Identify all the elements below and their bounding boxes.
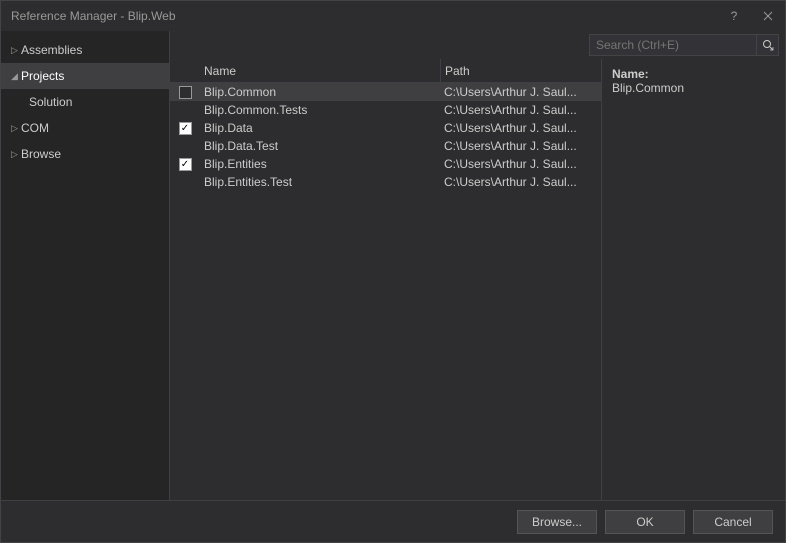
row-name: Blip.Common [200,85,440,99]
browse-button[interactable]: Browse... [517,510,597,534]
row-checkbox[interactable] [179,86,192,99]
row-path: C:\Users\Arthur J. Saul... [440,175,601,189]
checkbox-cell [170,86,200,99]
checkbox-cell [170,176,200,189]
chevron-right-icon: ▷ [11,45,21,56]
reference-manager-window: Reference Manager - Blip.Web ? ▷Assembli… [0,0,786,543]
search-input[interactable] [589,34,757,56]
detail-name-label: Name: [612,67,775,81]
close-icon [763,11,773,21]
sidebar-item-browse[interactable]: ▷Browse [1,141,169,167]
row-checkbox[interactable]: ✓ [179,158,192,171]
checkbox-cell [170,140,200,153]
checkbox-cell [170,104,200,117]
header-path[interactable]: Path [440,59,601,82]
checkbox-cell: ✓ [170,122,200,135]
cancel-button[interactable]: Cancel [693,510,773,534]
sidebar-item-assemblies[interactable]: ▷Assemblies [1,37,169,63]
footer: Browse... OK Cancel [1,500,785,542]
row-path: C:\Users\Arthur J. Saul... [440,85,601,99]
search-icon [762,39,774,51]
checkbox-cell: ✓ [170,158,200,171]
table-row[interactable]: ✓ Blip.DataC:\Users\Arthur J. Saul... [170,119,601,137]
chevron-right-icon: ▷ [11,149,21,160]
sidebar-item-projects[interactable]: ◢Projects [1,63,169,89]
row-path: C:\Users\Arthur J. Saul... [440,139,601,153]
titlebar: Reference Manager - Blip.Web ? [1,1,785,31]
sidebar-item-com[interactable]: ▷COM [1,115,169,141]
chevron-right-icon: ▷ [11,123,21,134]
row-name: Blip.Entities.Test [200,175,440,189]
close-button[interactable] [751,3,785,29]
table-row[interactable]: Blip.Common.TestsC:\Users\Arthur J. Saul… [170,101,601,119]
column-headers: Name Path [170,59,601,83]
row-name: Blip.Entities [200,157,440,171]
window-title: Reference Manager - Blip.Web [11,9,717,23]
table-row[interactable]: Blip.Entities.TestC:\Users\Arthur J. Sau… [170,173,601,191]
row-name: Blip.Common.Tests [200,103,440,117]
header-name[interactable]: Name [200,64,440,78]
row-checkbox[interactable]: ✓ [179,122,192,135]
chevron-down-icon: ◢ [11,71,21,82]
sidebar: ▷Assemblies◢ProjectsSolution▷COM▷Browse [1,31,169,500]
help-button[interactable]: ? [717,3,751,29]
row-path: C:\Users\Arthur J. Saul... [440,157,601,171]
search-icon-button[interactable] [757,34,779,56]
content-area: Name Path Blip.CommonC:\Users\Arthur J. … [169,31,785,500]
row-name: Blip.Data.Test [200,139,440,153]
sidebar-item-label: COM [21,121,49,135]
table-row[interactable]: Blip.CommonC:\Users\Arthur J. Saul... [170,83,601,101]
row-name: Blip.Data [200,121,440,135]
list-area: Name Path Blip.CommonC:\Users\Arthur J. … [170,59,785,500]
row-path: C:\Users\Arthur J. Saul... [440,121,601,135]
sidebar-item-label: Assemblies [21,43,82,57]
row-path: C:\Users\Arthur J. Saul... [440,103,601,117]
sidebar-subitem-solution[interactable]: Solution [1,89,169,115]
main-area: ▷Assemblies◢ProjectsSolution▷COM▷Browse … [1,31,785,500]
ok-button[interactable]: OK [605,510,685,534]
detail-panel: Name: Blip.Common [601,59,785,500]
table-row[interactable]: Blip.Data.TestC:\Users\Arthur J. Saul... [170,137,601,155]
table-row[interactable]: ✓ Blip.EntitiesC:\Users\Arthur J. Saul... [170,155,601,173]
project-list[interactable]: Name Path Blip.CommonC:\Users\Arthur J. … [170,59,601,500]
detail-name-value: Blip.Common [612,81,775,95]
search-bar [170,31,785,59]
sidebar-item-label: Projects [21,69,64,83]
sidebar-item-label: Browse [21,147,61,161]
